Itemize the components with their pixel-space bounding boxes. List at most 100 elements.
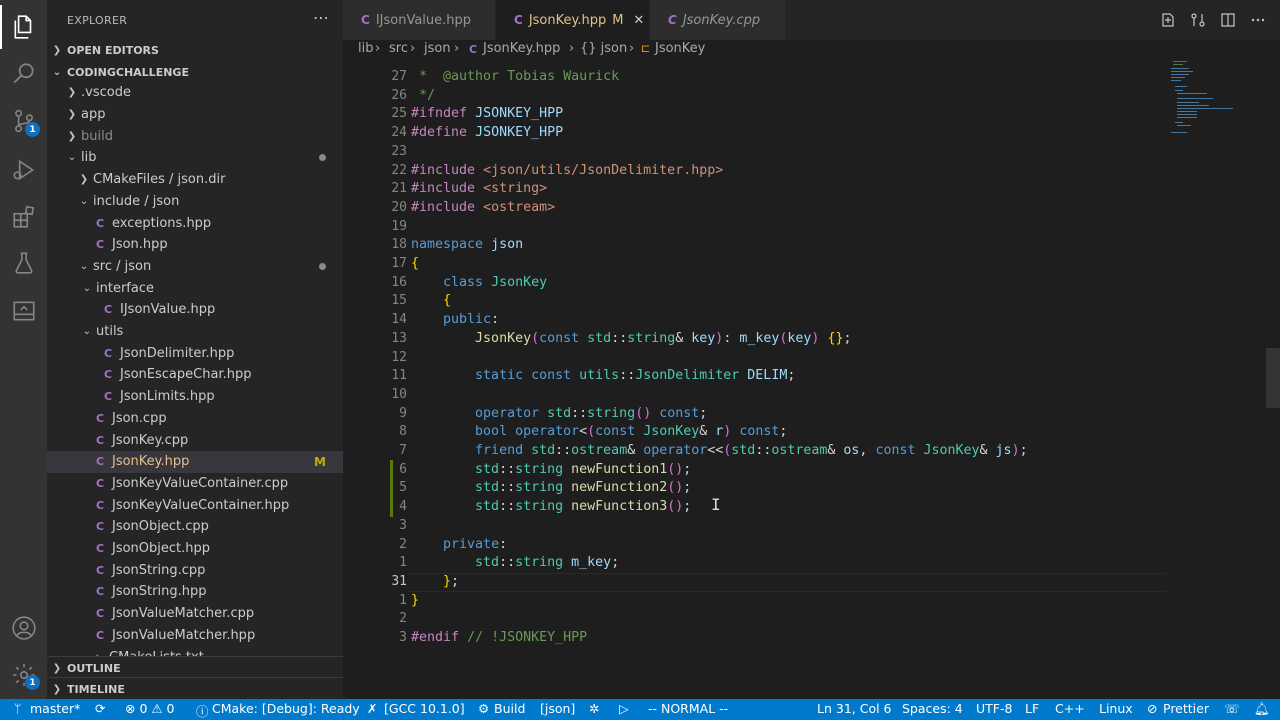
file-item[interactable]: C JsonKey.hpp M: [47, 450, 343, 473]
language-mode[interactable]: C++: [1055, 701, 1085, 716]
code-line[interactable]: bool operator<(const JsonKey& r) const;: [411, 423, 787, 442]
code-line[interactable]: std::string m_key;: [411, 554, 619, 573]
folder-item[interactable]: ❯ CMakeFiles / json.dir: [47, 169, 343, 191]
code-line[interactable]: #endif // !JSONKEY_HPP: [411, 629, 587, 648]
folder-item[interactable]: ❯ app: [47, 104, 343, 126]
compare-icon[interactable]: [1190, 12, 1206, 28]
cursor-position[interactable]: Ln 31, Col 6: [817, 701, 892, 716]
file-item[interactable]: C JsonDelimiter.hpp: [47, 342, 343, 364]
explorer-icon[interactable]: [0, 5, 47, 49]
code-line[interactable]: #include <ostream>: [411, 199, 555, 218]
open-changes-icon[interactable]: [1160, 12, 1176, 28]
breadcrumb-item[interactable]: JsonKey: [655, 41, 705, 56]
testing-icon[interactable]: [0, 241, 47, 285]
code-line[interactable]: namespace json: [411, 236, 523, 255]
file-item[interactable]: ▲CMakeLists.txt: [47, 646, 343, 656]
file-item[interactable]: C JsonKey.cpp: [47, 429, 343, 451]
code-line[interactable]: {: [411, 255, 419, 274]
breadcrumb-item[interactable]: {} json: [580, 41, 627, 56]
folder-item[interactable]: ⌄ include / json: [47, 191, 343, 213]
line-ending[interactable]: LF: [1025, 701, 1039, 716]
code-line[interactable]: {: [411, 292, 451, 311]
source-control-icon[interactable]: [0, 99, 47, 143]
compiler-kit[interactable]: [GCC 10.1.0]: [384, 701, 465, 716]
run-icon[interactable]: ▷: [619, 701, 629, 716]
tab-jsonkey-hpp[interactable]: C JsonKey.hpp M ✕: [496, 0, 650, 40]
more-actions-icon[interactable]: ⋯: [313, 8, 329, 27]
code-line[interactable]: static const utils::JsonDelimiter DELIM;: [411, 367, 795, 386]
folder-item[interactable]: ⌄ lib: [47, 147, 343, 169]
file-item[interactable]: C JsonValueMatcher.cpp: [47, 603, 343, 625]
code-line[interactable]: friend std::ostream& operator<<(std::ost…: [411, 442, 1028, 461]
prettier-status[interactable]: Prettier: [1163, 701, 1209, 716]
file-item[interactable]: C Json.cpp: [47, 408, 343, 430]
file-item[interactable]: C JsonKeyValueContainer.hpp: [47, 494, 343, 516]
file-item[interactable]: C JsonString.hpp: [47, 581, 343, 603]
tab-jsonkey-cpp[interactable]: C JsonKey.cpp: [650, 0, 786, 40]
split-editor-icon[interactable]: [1220, 12, 1236, 28]
build-button[interactable]: Build: [494, 701, 525, 716]
breadcrumb-item[interactable]: JsonKey.hpp: [483, 41, 560, 56]
code-line[interactable]: std::string newFunction2();: [411, 479, 691, 498]
code-line[interactable]: #define JSONKEY_HPP: [411, 124, 563, 143]
branch-indicator[interactable]: master*: [30, 701, 80, 716]
code-editor[interactable]: 27 26 25 24 23 22 21 20 19 18 17 16 15 14 13 12 11 10 9 8 7 6…: [343, 60, 1280, 699]
code-line[interactable]: std::string newFunction3();: [411, 498, 691, 517]
breadcrumb-item[interactable]: json: [424, 41, 451, 56]
code-line[interactable]: */: [411, 87, 435, 106]
folder-item[interactable]: ⌄ utils: [47, 321, 343, 343]
folder-item[interactable]: ⌄ src / json: [47, 256, 343, 278]
code-line[interactable]: class JsonKey: [411, 274, 547, 293]
indentation[interactable]: Spaces: 4: [902, 701, 963, 716]
code-line[interactable]: #ifndef JSONKEY_HPP: [411, 105, 563, 124]
file-item[interactable]: Cexceptions.hpp: [47, 212, 343, 234]
code-line[interactable]: #include <string>: [411, 180, 547, 199]
code-line[interactable]: public:: [411, 311, 499, 330]
code-line[interactable]: }: [411, 592, 419, 611]
vertical-scrollbar[interactable]: [1266, 348, 1280, 408]
problems-indicator[interactable]: ⊗ 0 ⚠ 0: [125, 701, 175, 716]
file-item[interactable]: C JsonObject.cpp: [47, 516, 343, 538]
file-item[interactable]: C Json.hpp: [47, 234, 343, 256]
code-line[interactable]: * @author Tobias Waurick: [411, 68, 619, 87]
more-actions-icon[interactable]: [1250, 12, 1266, 28]
extensions-icon[interactable]: [0, 195, 47, 239]
file-item[interactable]: C JsonLimits.hpp: [47, 386, 343, 408]
folder-item[interactable]: ⌄ interface: [47, 277, 343, 299]
debug-icon[interactable]: ✲: [589, 701, 599, 716]
code-line[interactable]: #include <json/utils/JsonDelimiter.hpp>: [411, 162, 723, 181]
encoding[interactable]: UTF-8: [976, 701, 1012, 716]
platform[interactable]: Linux: [1099, 701, 1133, 716]
file-item[interactable]: C JsonObject.hpp: [47, 538, 343, 560]
code-line[interactable]: };: [411, 573, 459, 592]
open-editors-section[interactable]: ❯ OPEN EDITORS: [47, 39, 343, 61]
workspace-section[interactable]: ⌄ CODINGCHALLENGE: [47, 61, 343, 83]
cmake-status[interactable]: CMake: [Debug]: Ready: [212, 701, 360, 716]
build-target[interactable]: [json]: [540, 701, 575, 716]
feedback-icon[interactable]: ☏: [1224, 701, 1240, 716]
breadcrumb-item[interactable]: lib: [358, 41, 373, 56]
folder-item[interactable]: ❯ .vscode: [47, 82, 343, 104]
code-line[interactable]: JsonKey(const std::string& key): m_key(k…: [411, 330, 851, 349]
code-line[interactable]: private:: [411, 536, 507, 555]
code-line[interactable]: operator std::string() const;: [411, 405, 707, 424]
sync-icon[interactable]: ⟳: [95, 701, 105, 716]
notifications-bell-icon[interactable]: 🔔︎: [1254, 701, 1270, 717]
file-item[interactable]: C IJsonValue.hpp: [47, 299, 343, 321]
file-item[interactable]: C JsonValueMatcher.hpp: [47, 625, 343, 647]
accounts-icon[interactable]: [0, 606, 47, 650]
tab-ijsonvalue[interactable]: C IJsonValue.hpp: [343, 0, 496, 40]
file-item[interactable]: C JsonString.cpp: [47, 559, 343, 581]
outline-section[interactable]: ❯ OUTLINE: [47, 656, 343, 679]
file-item[interactable]: C JsonKeyValueContainer.cpp: [47, 473, 343, 495]
folder-item[interactable]: ❯ build: [47, 125, 343, 147]
settings-gear-icon[interactable]: [0, 653, 47, 697]
close-icon[interactable]: ✕: [633, 13, 644, 28]
remote-explorer-icon[interactable]: [0, 289, 47, 333]
minimap[interactable]: [1169, 60, 1267, 140]
run-debug-icon[interactable]: [0, 148, 47, 192]
breadcrumb-item[interactable]: src: [389, 41, 408, 56]
timeline-section[interactable]: ❯ TIMELINE: [47, 677, 343, 699]
search-icon[interactable]: [0, 52, 47, 96]
file-item[interactable]: C JsonEscapeChar.hpp: [47, 364, 343, 386]
